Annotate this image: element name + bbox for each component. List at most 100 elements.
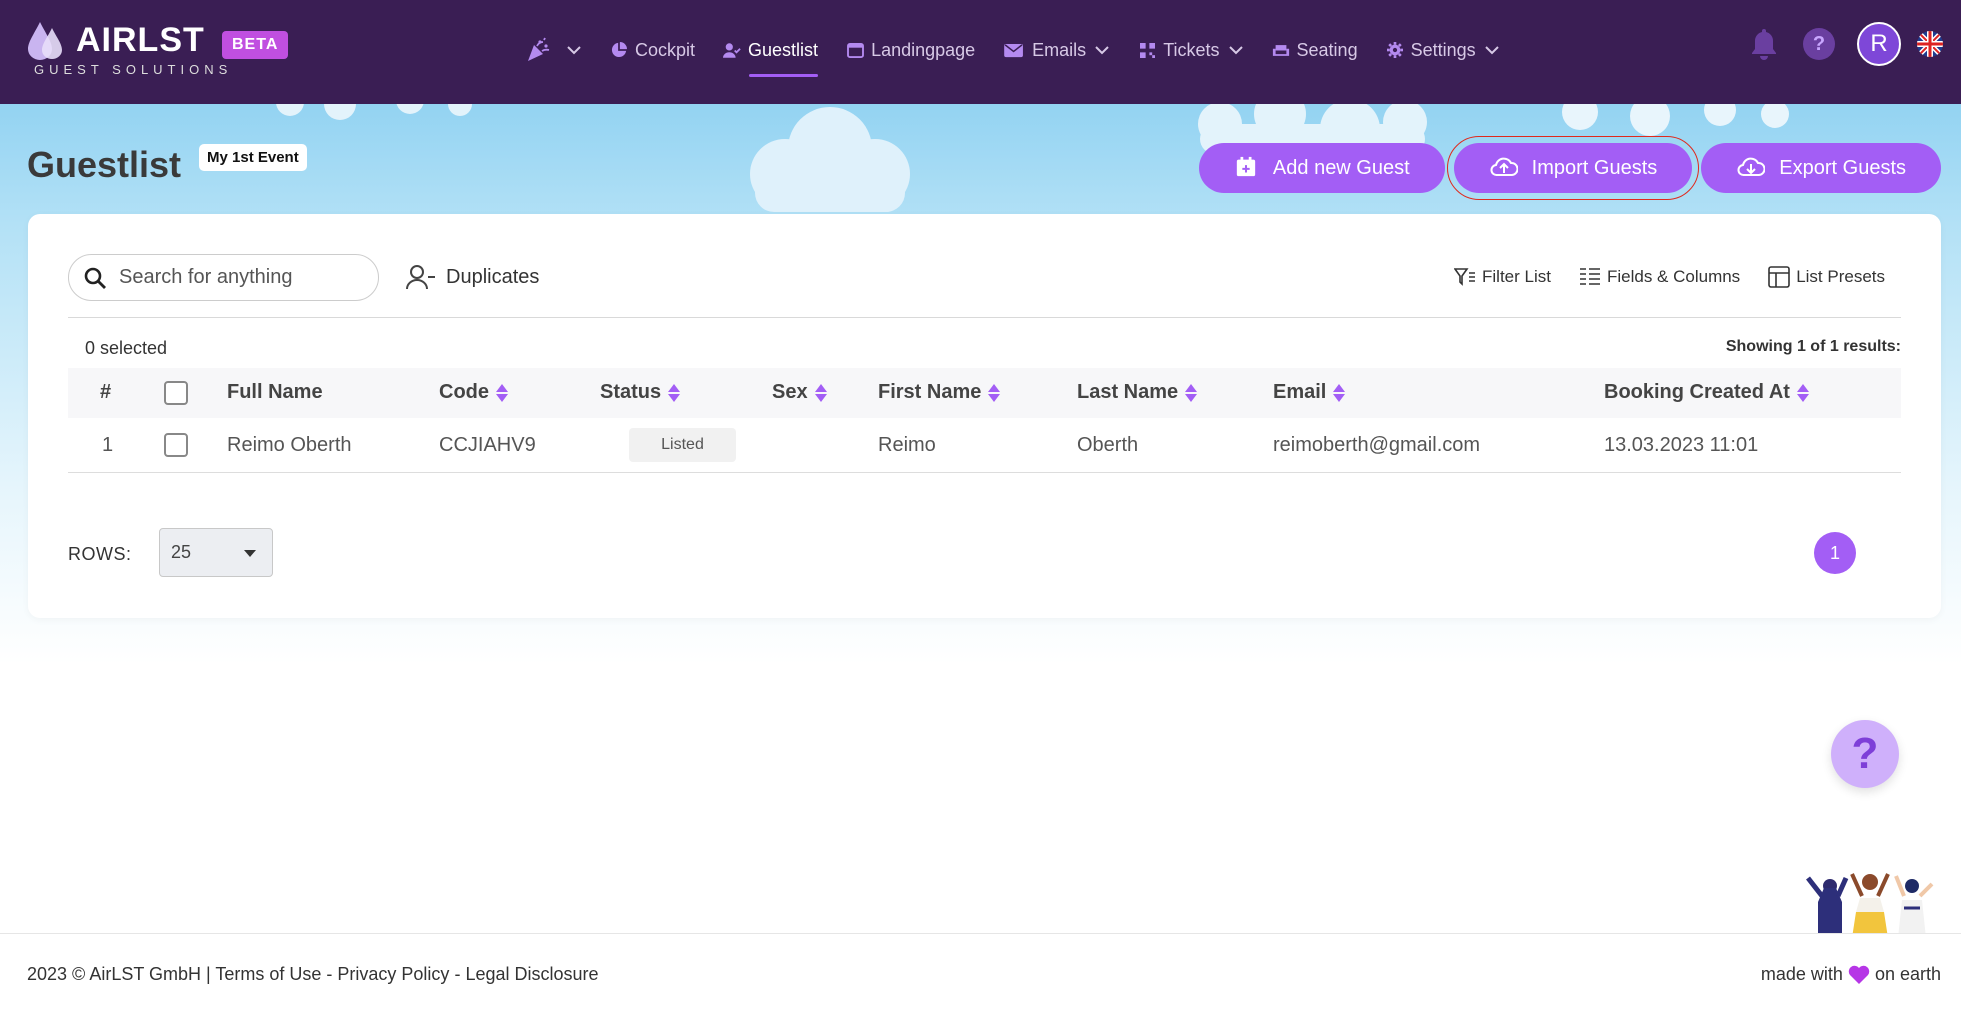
event-badge[interactable]: My 1st Event bbox=[199, 144, 307, 171]
privacy-link[interactable]: Privacy Policy bbox=[337, 964, 449, 984]
gear-icon bbox=[1386, 41, 1404, 59]
columns-icon bbox=[1579, 268, 1600, 285]
selected-count: 0 selected bbox=[85, 338, 168, 358]
nav-item-landingpage[interactable]: Landingpage bbox=[846, 31, 975, 69]
column-header-sex[interactable]: Sex bbox=[772, 381, 828, 404]
list-tools: Filter List Fields & Columns List Preset… bbox=[1426, 266, 1885, 288]
nav-item-cockpit[interactable]: Cockpit bbox=[610, 31, 695, 69]
chevron-down-icon bbox=[1228, 46, 1243, 55]
sort-icon bbox=[1796, 383, 1809, 402]
column-header-first-name[interactable]: First Name bbox=[878, 381, 1001, 404]
footer-separator: - bbox=[449, 964, 466, 984]
celebrating-people-illustration bbox=[1806, 873, 1934, 938]
cloud-decoration bbox=[750, 107, 910, 212]
toolbar-divider bbox=[68, 317, 1901, 318]
party-popper-icon bbox=[525, 37, 551, 63]
export-guests-label: Export Guests bbox=[1779, 156, 1906, 179]
list-presets-button[interactable]: List Presets bbox=[1768, 266, 1885, 288]
brand-tagline: GUEST SOLUTIONS bbox=[34, 62, 233, 77]
sort-icon bbox=[668, 383, 681, 402]
nav-item-seating[interactable]: Seating bbox=[1272, 31, 1358, 69]
search-box[interactable] bbox=[68, 254, 379, 301]
page-button-current[interactable]: 1 bbox=[1814, 532, 1856, 574]
uk-flag-icon[interactable] bbox=[1917, 31, 1943, 57]
filter-list-label: Filter List bbox=[1482, 267, 1551, 286]
rows-per-page-value: 25 bbox=[171, 542, 192, 562]
bell-icon[interactable] bbox=[1749, 27, 1779, 61]
cell-first-name: Reimo bbox=[878, 434, 936, 456]
cloud-upload-icon bbox=[1490, 156, 1518, 180]
duplicates-button[interactable]: Duplicates bbox=[406, 264, 539, 290]
column-header-booking-created[interactable]: Booking Created At bbox=[1604, 381, 1810, 404]
nav-label-cockpit: Cockpit bbox=[635, 39, 696, 60]
footer: 2023 © AirLST GmbH | Terms of Use - Priv… bbox=[0, 933, 1961, 1010]
export-guests-button[interactable]: Export Guests bbox=[1701, 143, 1941, 193]
column-header-last-name[interactable]: Last Name bbox=[1077, 381, 1198, 404]
cell-last-name: Oberth bbox=[1077, 434, 1139, 456]
cell-index: 1 bbox=[102, 434, 114, 456]
search-input[interactable] bbox=[119, 266, 359, 289]
fields-columns-button[interactable]: Fields & Columns bbox=[1579, 266, 1740, 288]
envelope-icon bbox=[1003, 41, 1025, 59]
caret-down-icon bbox=[244, 550, 256, 557]
column-header-code[interactable]: Code bbox=[439, 381, 509, 404]
user-minus-icon bbox=[406, 265, 435, 290]
beta-badge: BETA bbox=[222, 31, 289, 59]
cloud-decoration bbox=[276, 104, 472, 120]
list-presets-label: List Presets bbox=[1796, 267, 1885, 286]
cloud-decoration bbox=[1562, 104, 1789, 136]
duplicates-label: Duplicates bbox=[446, 265, 540, 288]
cell-email: reimoberth@gmail.com bbox=[1273, 434, 1481, 456]
search-icon bbox=[84, 267, 106, 289]
filter-list-button[interactable]: Filter List bbox=[1454, 266, 1551, 288]
user-check-icon bbox=[723, 41, 741, 59]
table-header: # Full Name Code Status Sex First Name L… bbox=[68, 368, 1901, 418]
sort-icon bbox=[1185, 383, 1198, 402]
nav-label-emails: Emails bbox=[1032, 39, 1087, 60]
nav-item-events[interactable] bbox=[525, 31, 582, 69]
table-row[interactable]: 1 Reimo Oberth CCJIAHV9 Listed Reimo Obe… bbox=[68, 418, 1901, 473]
armchair-icon bbox=[1272, 41, 1290, 59]
column-header-email[interactable]: Email bbox=[1273, 381, 1346, 404]
sort-icon bbox=[1333, 383, 1346, 402]
add-guest-button[interactable]: Add new Guest bbox=[1198, 143, 1445, 193]
main-nav: Cockpit Guestlist Landingpage Emails Tic… bbox=[525, 30, 1528, 77]
cell-booking-created: 13.03.2023 11:01 bbox=[1604, 434, 1759, 456]
nav-item-settings[interactable]: Settings bbox=[1386, 31, 1500, 69]
nav-item-tickets[interactable]: Tickets bbox=[1138, 31, 1243, 69]
terms-link[interactable]: Terms of Use bbox=[215, 964, 321, 984]
column-header-index: # bbox=[100, 381, 112, 403]
browser-window-icon bbox=[846, 41, 864, 59]
legal-link[interactable]: Legal Disclosure bbox=[465, 964, 598, 984]
import-guests-label: Import Guests bbox=[1531, 156, 1658, 179]
rows-label: ROWS: bbox=[68, 544, 132, 564]
on-earth-text: on earth bbox=[1874, 964, 1941, 984]
nav-label-landingpage: Landingpage bbox=[871, 39, 976, 60]
cloud-download-icon bbox=[1737, 156, 1766, 180]
column-header-full-name[interactable]: Full Name bbox=[227, 381, 323, 404]
footer-separator: | bbox=[201, 964, 216, 984]
import-guests-button[interactable]: Import Guests bbox=[1446, 136, 1700, 200]
sort-icon bbox=[988, 383, 1001, 402]
guestlist-card: Duplicates Filter List Fields & Columns … bbox=[28, 214, 1941, 618]
fields-columns-label: Fields & Columns bbox=[1606, 267, 1741, 286]
made-with-text: made with bbox=[1760, 964, 1843, 984]
column-header-status[interactable]: Status bbox=[600, 381, 681, 404]
select-all-checkbox[interactable] bbox=[164, 381, 188, 405]
row-checkbox[interactable] bbox=[164, 433, 188, 457]
nav-item-emails[interactable]: Emails bbox=[1003, 31, 1110, 69]
chevron-down-icon bbox=[1095, 46, 1109, 55]
rows-per-page-select[interactable]: 25 bbox=[159, 528, 273, 577]
nav-label-guestlist: Guestlist bbox=[748, 39, 819, 60]
brand-name: AIRLST bbox=[76, 21, 205, 59]
nav-label-tickets: Tickets bbox=[1163, 39, 1220, 60]
nav-label-seating: Seating bbox=[1296, 39, 1358, 60]
page-actions: Add new Guest Import Guests Export Guest… bbox=[1190, 136, 1941, 200]
cell-code: CCJIAHV9 bbox=[439, 434, 536, 456]
avatar[interactable]: R bbox=[1857, 22, 1901, 66]
help-icon[interactable]: ? bbox=[1803, 28, 1835, 60]
qr-code-icon bbox=[1138, 41, 1156, 59]
footer-links: 2023 © AirLST GmbH | Terms of Use - Priv… bbox=[27, 964, 599, 985]
nav-item-guestlist[interactable]: Guestlist bbox=[723, 31, 819, 77]
floating-help-button[interactable]: ? bbox=[1831, 720, 1899, 788]
